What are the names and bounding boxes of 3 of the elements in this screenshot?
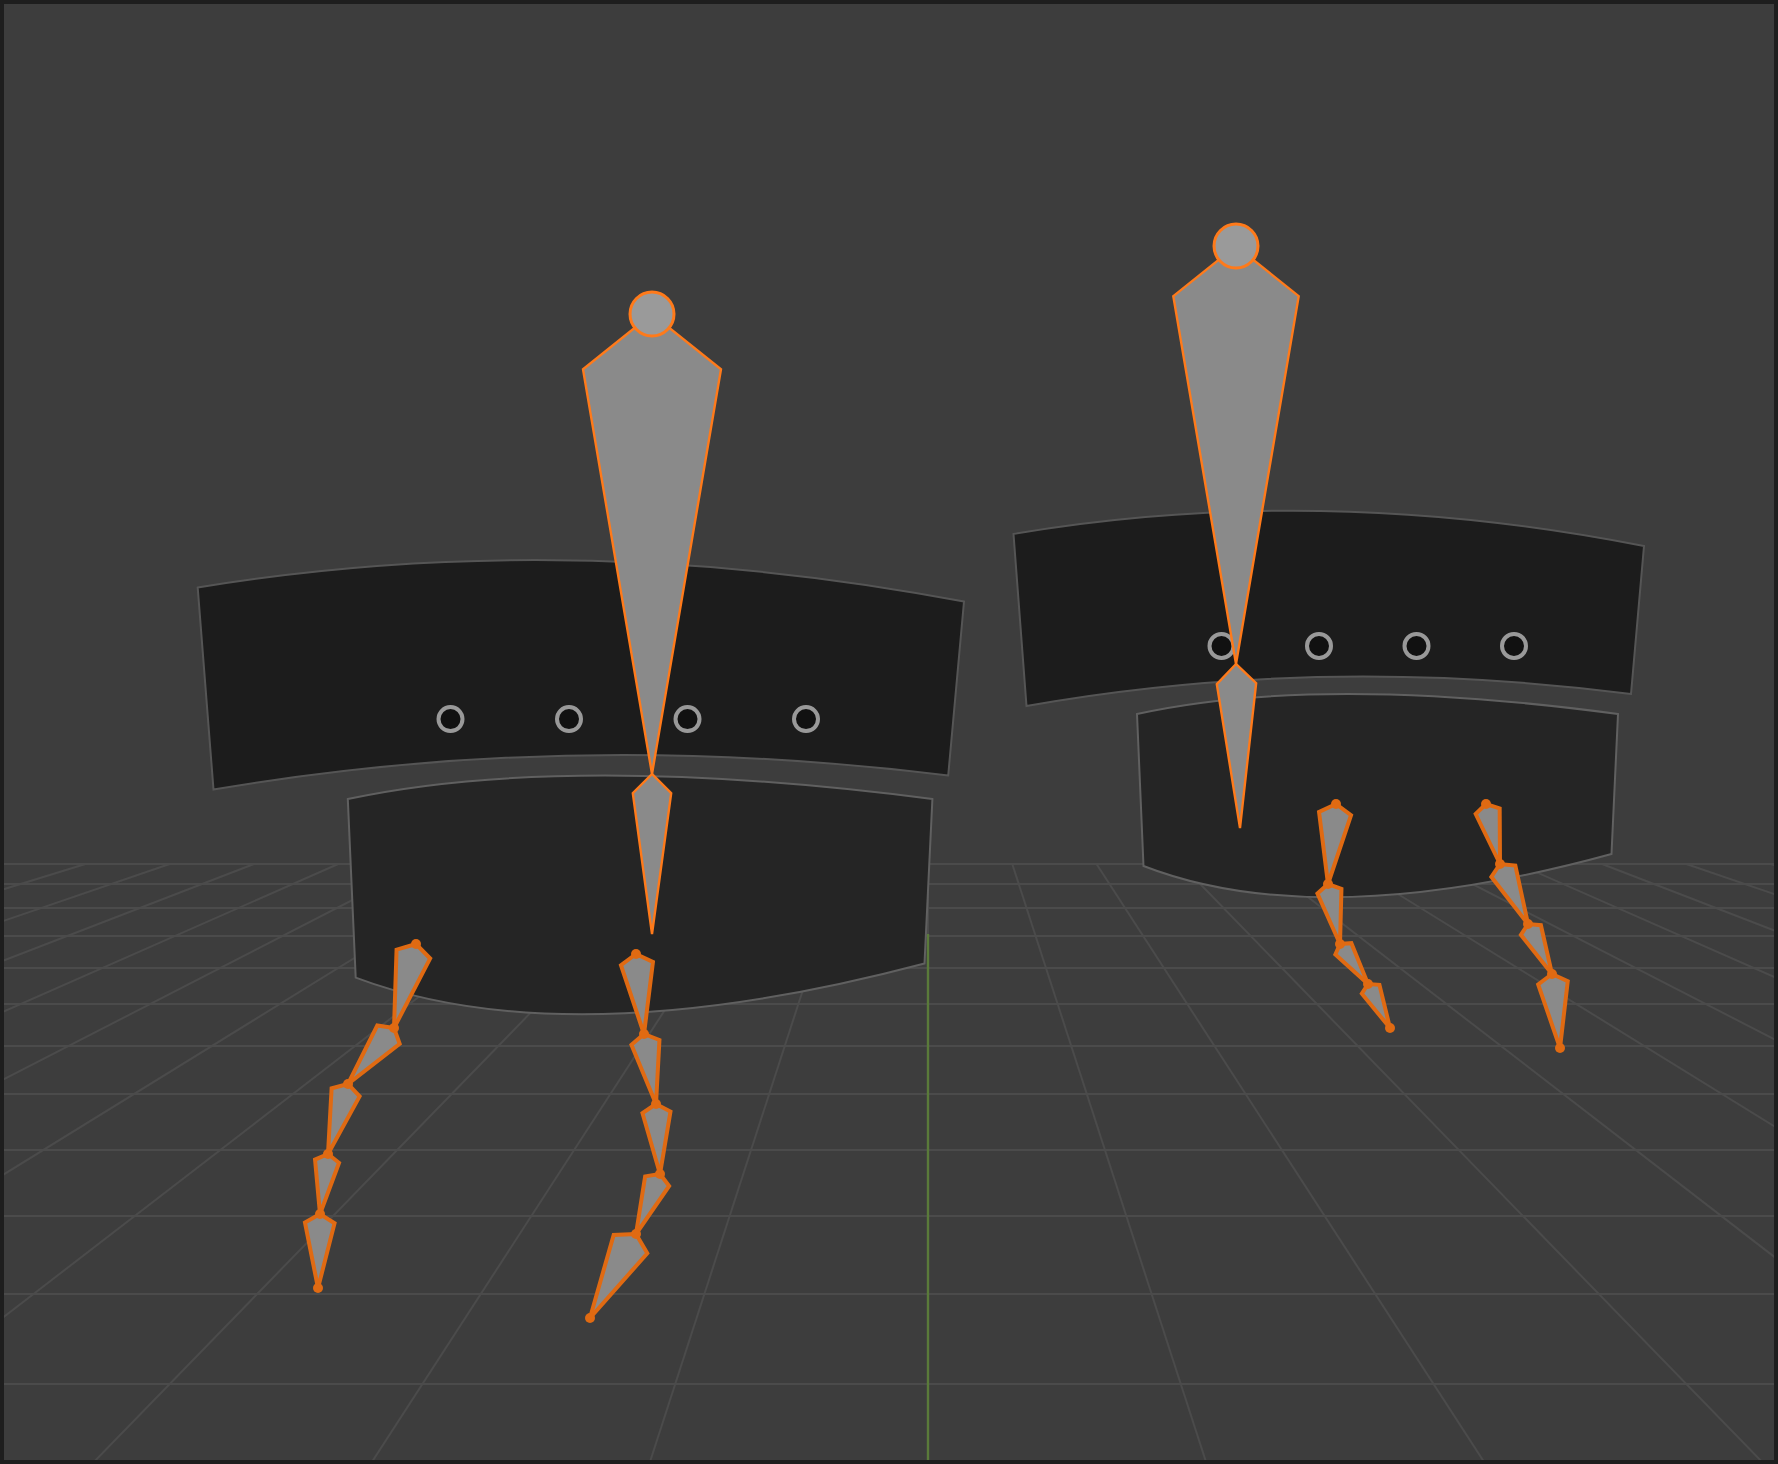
armature-drawing[interactable] xyxy=(302,290,723,1323)
armature-drawing[interactable] xyxy=(1172,222,1570,1053)
3d-viewport[interactable] xyxy=(0,0,1778,1464)
